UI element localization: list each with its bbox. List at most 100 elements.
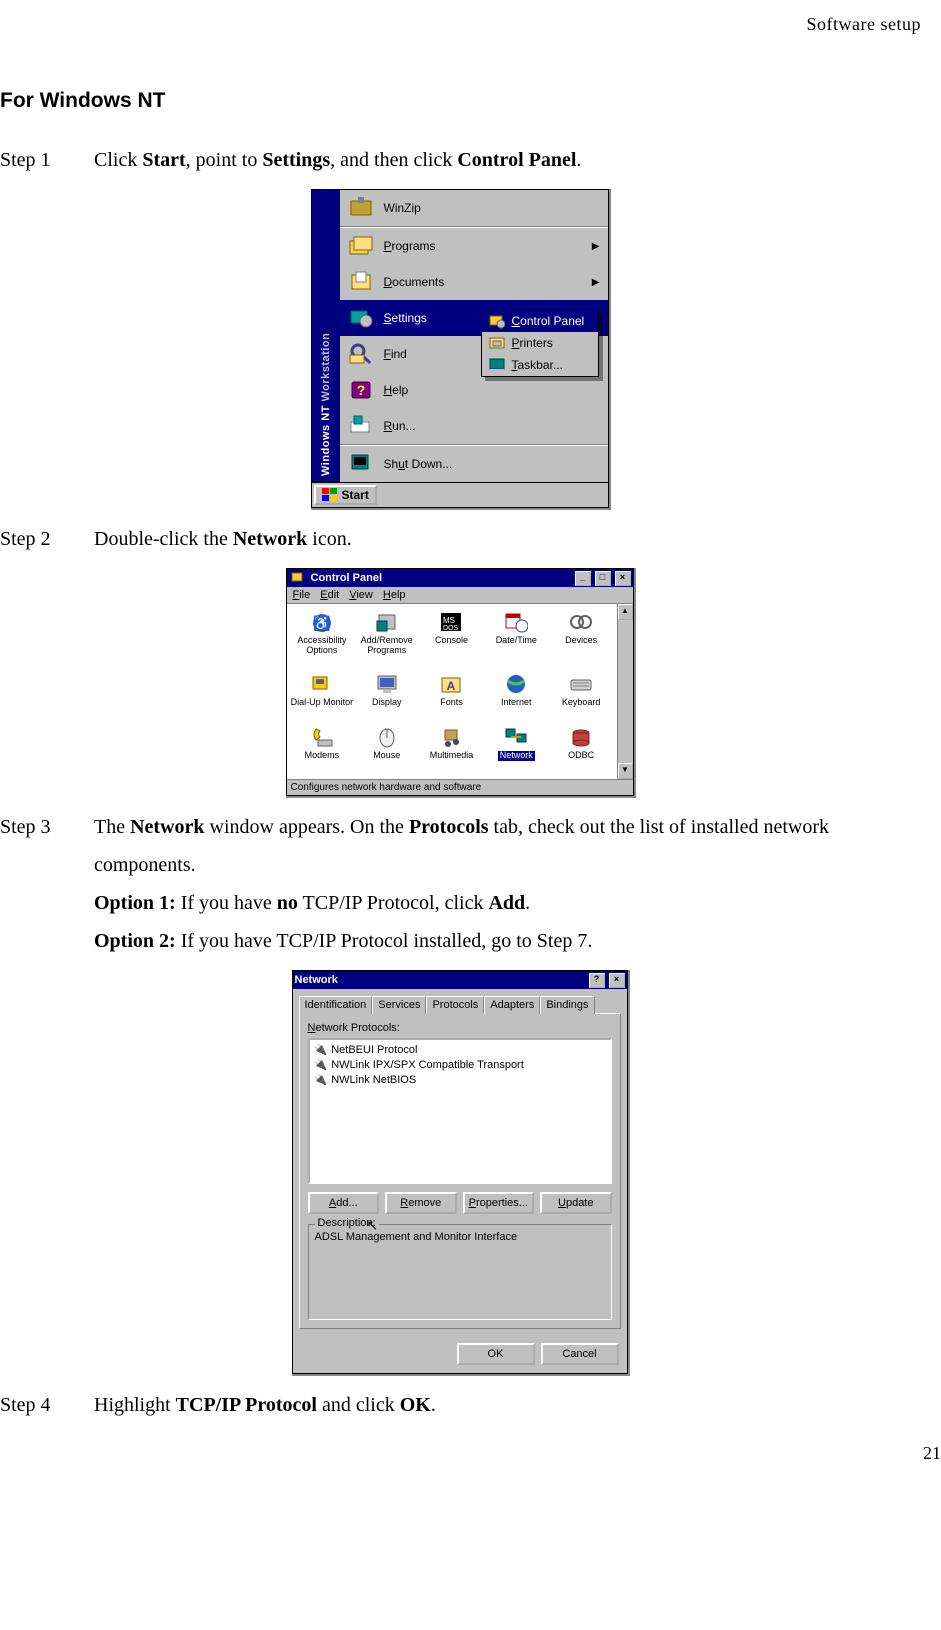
properties-button[interactable]: Properties... [463, 1192, 535, 1214]
settings-icon [348, 305, 374, 331]
menu-item-programs[interactable]: Programs ▶ [340, 228, 608, 264]
update-button[interactable]: Update [540, 1192, 612, 1214]
svg-text:?: ? [356, 382, 365, 398]
bold: Control Panel [457, 149, 576, 171]
text: If you have TCP/IP Protocol installed, g… [176, 930, 593, 952]
cp-item-display[interactable]: Display [355, 672, 418, 720]
windows-logo-icon [322, 488, 338, 502]
cp-item-dialup[interactable]: Dial-Up Monitor [291, 672, 354, 720]
step-3-body: The Network window appears. On the Proto… [94, 808, 921, 960]
cp-item-multimedia[interactable]: Multimedia [420, 725, 483, 773]
tab-protocols[interactable]: Protocols [426, 996, 484, 1014]
taskbar-icon [488, 357, 506, 373]
minimize-button[interactable]: _ [575, 571, 591, 586]
figure-control-panel: Control Panel _ □ × File Edit View Help … [286, 568, 636, 798]
close-button[interactable]: × [609, 973, 625, 988]
scrollbar[interactable]: ▲ ▼ [617, 604, 633, 779]
description-label: Description: [315, 1217, 379, 1229]
bold: no [277, 892, 298, 914]
control-panel-icon [488, 313, 506, 329]
scroll-up-icon[interactable]: ▲ [618, 604, 633, 620]
step-3-label: Step 3 [0, 808, 70, 846]
remove-button[interactable]: Remove [385, 1192, 457, 1214]
text: TCP/IP Protocol, click [298, 892, 489, 914]
tab-services[interactable]: Services [372, 996, 426, 1014]
tab-identification[interactable]: Identification [299, 996, 373, 1014]
ok-button[interactable]: OK [457, 1343, 535, 1365]
console-icon: MSDOS [437, 610, 465, 634]
submenu-taskbar[interactable]: Taskbar... [482, 354, 599, 376]
scroll-down-icon[interactable]: ▼ [618, 763, 633, 779]
cancel-button[interactable]: Cancel [541, 1343, 619, 1365]
keyboard-icon [567, 672, 595, 696]
cp-item-datetime[interactable]: Date/Time [485, 610, 548, 668]
titlebar: Network ? × [293, 971, 627, 989]
add-button[interactable]: Add... [308, 1192, 380, 1214]
tab-adapters[interactable]: Adapters [484, 996, 540, 1014]
bold: Option 2: [94, 930, 176, 952]
cp-item-modems[interactable]: Modems [291, 725, 354, 773]
text: If you have [176, 892, 277, 914]
cp-item-keyboard[interactable]: Keyboard [550, 672, 613, 720]
start-button[interactable]: Start [314, 485, 377, 505]
find-icon [348, 341, 374, 367]
menu-help[interactable]: Help [383, 589, 406, 601]
list-item[interactable]: 🔌NetBEUI Protocol [312, 1042, 608, 1057]
tab-bindings[interactable]: Bindings [540, 996, 594, 1014]
cp-item-accessibility[interactable]: ♿Accessibility Options [291, 610, 354, 668]
multimedia-icon [437, 725, 465, 749]
window-title: Network [295, 974, 338, 986]
list-item[interactable]: 🔌NWLink IPX/SPX Compatible Transport [312, 1057, 608, 1072]
label: Add/Remove Programs [355, 636, 418, 656]
label: rograms [392, 239, 436, 253]
submenu-control-panel[interactable]: Control Panel [482, 310, 599, 332]
cp-item-internet[interactable]: Internet [485, 672, 548, 720]
cp-item-network[interactable]: Network [485, 725, 548, 773]
menu-item-run[interactable]: Run... [340, 408, 608, 444]
bold: Network [233, 528, 307, 550]
cp-item-fonts[interactable]: AFonts [420, 672, 483, 720]
banner-ws: Workstation [320, 333, 332, 405]
cp-item-odbc[interactable]: ODBC [550, 725, 613, 773]
label: Date/Time [496, 636, 537, 646]
label: NWLink IPX/SPX Compatible Transport [331, 1059, 524, 1071]
banner-nt: Windows NT [320, 405, 332, 476]
cp-item-devices[interactable]: Devices [550, 610, 613, 668]
protocols-listbox[interactable]: 🔌NetBEUI Protocol 🔌NWLink IPX/SPX Compat… [308, 1038, 612, 1184]
bold: Protocols [409, 816, 489, 838]
submenu-printers[interactable]: Printers [482, 332, 599, 354]
label: NetBEUI Protocol [331, 1044, 417, 1056]
winzip-icon [348, 195, 374, 221]
menu-item-winzip[interactable]: WinZip [340, 190, 608, 226]
menu-edit[interactable]: Edit [320, 589, 339, 601]
list-item[interactable]: 🔌NWLink NetBIOS [312, 1072, 608, 1087]
status-bar: Configures network hardware and software [287, 779, 633, 795]
description-text: ADSL Management and Monitor Interface [315, 1231, 518, 1243]
devices-icon [567, 610, 595, 634]
menu-view[interactable]: View [349, 589, 373, 601]
text: icon. [307, 528, 351, 550]
datetime-icon [502, 610, 530, 634]
maximize-button[interactable]: □ [595, 571, 611, 586]
close-button[interactable]: × [615, 571, 631, 586]
menubar: File Edit View Help [287, 587, 633, 604]
menu-item-help[interactable]: ? Help [340, 372, 608, 408]
label: Display [372, 698, 402, 708]
text: . [525, 892, 530, 914]
documents-icon [348, 269, 374, 295]
text: window appears. On the [205, 816, 409, 838]
step-3: Step 3 The Network window appears. On th… [0, 808, 921, 960]
label: Network [498, 751, 535, 761]
bold: TCP/IP Protocol [176, 1394, 317, 1416]
help-button[interactable]: ? [589, 973, 605, 988]
cp-item-addremove[interactable]: Add/Remove Programs [355, 610, 418, 668]
label: NWLink NetBIOS [331, 1074, 416, 1086]
cp-item-console[interactable]: MSDOSConsole [420, 610, 483, 668]
menu-item-documents[interactable]: Documents ▶ [340, 264, 608, 300]
menu-item-shutdown[interactable]: Shut Down... [340, 446, 608, 482]
cp-item-mouse[interactable]: Mouse [355, 725, 418, 773]
menu-file[interactable]: File [293, 589, 311, 601]
svg-text:MS: MS [443, 616, 455, 625]
bold: Settings [262, 149, 330, 171]
mouse-icon [373, 725, 401, 749]
